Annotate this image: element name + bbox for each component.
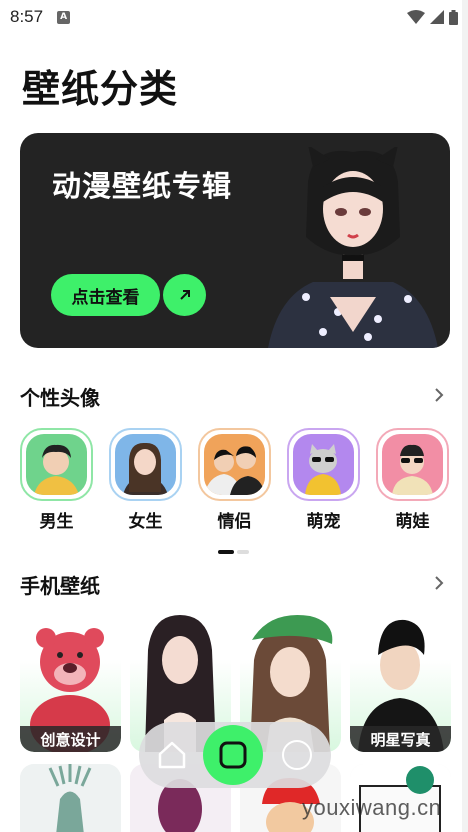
arrow-button[interactable] [163,274,206,316]
avatar-category-couple[interactable]: 情侣 [198,428,271,532]
avatar-category-male[interactable]: 男生 [20,428,93,532]
avatar-category-pet[interactable]: 萌宠 [287,428,360,532]
floating-nav-bar [139,722,331,788]
scroll-edge [462,0,468,832]
chevron-right-icon[interactable] [432,388,446,402]
avatar-label: 男生 [39,512,74,532]
wallpaper-card-creative[interactable]: 创意设计 [20,610,121,752]
avatar-image-kid [382,434,443,495]
avatars-section-title: 个性头像 [20,386,100,410]
avatar-frame [198,428,271,501]
square-icon [219,741,247,769]
arrow-up-right-icon [179,290,190,300]
wifi-icon [407,10,425,24]
avatar-frame [109,428,182,501]
avatar-category-female[interactable]: 女生 [109,428,182,532]
avatar-label: 情侣 [217,512,252,532]
battery-icon [449,9,458,25]
page-indicator [218,550,249,554]
wallpaper-label: 明星写真 [350,726,451,752]
wallpaper-label: 创意设计 [20,726,121,752]
avatar-frame [287,428,360,501]
chevron-right-icon[interactable] [432,576,446,590]
avatar-frame [376,428,449,501]
status-time: 8:57 [10,7,44,26]
wallpapers-section-title: 手机壁纸 [20,574,100,598]
page-dot [237,550,249,554]
page-dot-active [218,550,234,554]
watermark: youxiwang.cn [302,795,442,820]
avatar-label: 萌宠 [306,512,341,532]
avatar-category-kid[interactable]: 萌娃 [376,428,449,532]
avatar-label: 女生 [128,512,163,532]
status-bar: 8:57 A [0,0,468,34]
banner-title: 动漫壁纸专辑 [52,169,233,203]
avatar-image-male [26,434,87,495]
signal-icon [430,10,444,24]
avatar-image-female [115,434,176,495]
nav-center-button[interactable] [203,725,263,785]
anime-album-banner[interactable]: 动漫壁纸专辑 点击查看 [20,133,450,348]
wallpaper-card-statue[interactable] [20,764,121,832]
avatar-frame [20,428,93,501]
wallpaper-card-celebrity[interactable]: 明星写真 [350,610,451,752]
avatar-label: 萌娃 [395,512,430,532]
avatar-category-row: 男生 女生 情侣 萌宠 萌娃 [20,428,460,538]
avatar-image-pet [293,434,354,495]
view-button[interactable]: 点击查看 [51,274,160,316]
home-icon[interactable] [157,740,187,770]
page-title: 壁纸分类 [22,67,179,111]
wallpaper-image-statue [20,764,121,832]
notification-badge: A [57,10,71,24]
circle-icon[interactable] [282,740,312,770]
avatar-image-couple [204,434,265,495]
banner-anime-girl-image [268,147,438,348]
